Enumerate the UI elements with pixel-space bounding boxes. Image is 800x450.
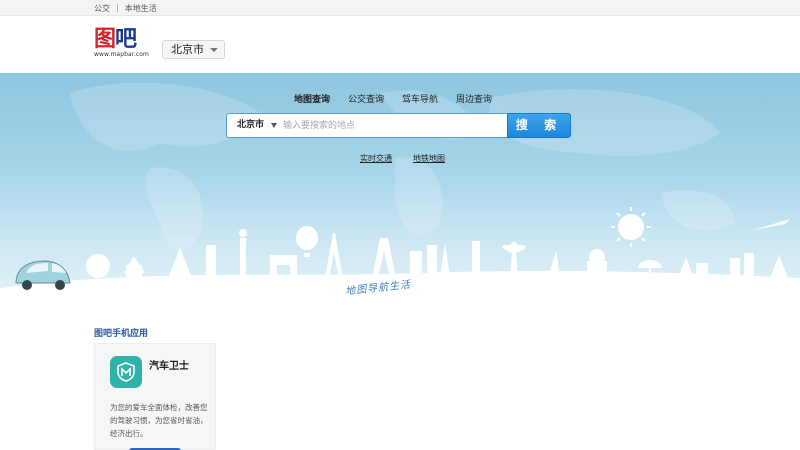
search-city-label: 北京市 [237, 120, 264, 130]
mapbar-logo[interactable]: 图吧 www.mapbar.com [94, 28, 152, 62]
tab-map-search[interactable]: 地图查询 [285, 94, 339, 106]
search-mode-tabs: 地图查询 公交查询 驾车导航 周边查询 [285, 94, 501, 106]
shield-m-icon [110, 356, 142, 388]
link-subway-map[interactable]: 地铁地图 [413, 153, 445, 164]
logo-char-2: 吧 [115, 27, 136, 52]
header: 图吧 www.mapbar.com 北京市 [0, 16, 800, 73]
tab-nearby-search[interactable]: 周边查询 [447, 94, 501, 106]
chevron-down-icon [210, 48, 218, 52]
search-input[interactable] [283, 116, 505, 135]
top-link-local-life[interactable]: 本地生活 [125, 3, 157, 14]
section-title-mobile-apps: 图吧手机应用 [94, 326, 148, 339]
world-map-skyline-illustration [0, 73, 800, 305]
app-description: 为您的爱车全面体检，改善您的驾驶习惯，为您省时省油，经济出行。 [110, 401, 212, 440]
top-links: 公交 | 本地生活 [94, 3, 157, 14]
sun-icon [611, 207, 651, 247]
app-name: 汽车卫士 [149, 357, 189, 372]
city-switcher-label: 北京市 [171, 43, 204, 56]
link-realtime-traffic[interactable]: 实时交通 [360, 153, 392, 164]
search-button[interactable]: 搜 索 [507, 113, 571, 138]
tab-driving-navigation[interactable]: 驾车导航 [393, 94, 447, 106]
app-card-car-guard[interactable]: 汽车卫士 为您的爱车全面体检，改善您的驾驶习惯，为您省时省油，经济出行。 [94, 343, 216, 450]
search-bar: 北京市 搜 索 [226, 113, 570, 138]
balloon-icon [296, 226, 318, 257]
top-link-separator: | [116, 3, 119, 14]
logo-char-1: 图 [94, 27, 115, 52]
top-bar: 公交 | 本地生活 [0, 0, 800, 16]
top-link-bus[interactable]: 公交 [94, 3, 110, 14]
logo-url: www.mapbar.com [94, 51, 152, 58]
logo-wordmark: 图吧 [94, 28, 152, 52]
search-city-dropdown[interactable]: 北京市 [227, 114, 282, 137]
airplane-icon [750, 219, 790, 231]
chevron-down-icon [271, 123, 277, 128]
city-switcher[interactable]: 北京市 [162, 40, 225, 59]
quick-links: 实时交通 地铁地图 [360, 153, 445, 164]
hero-banner: 地图查询 公交查询 驾车导航 周边查询 北京市 搜 索 实时交通 地铁地图 地图… [0, 73, 800, 305]
tab-bus-search[interactable]: 公交查询 [339, 94, 393, 106]
